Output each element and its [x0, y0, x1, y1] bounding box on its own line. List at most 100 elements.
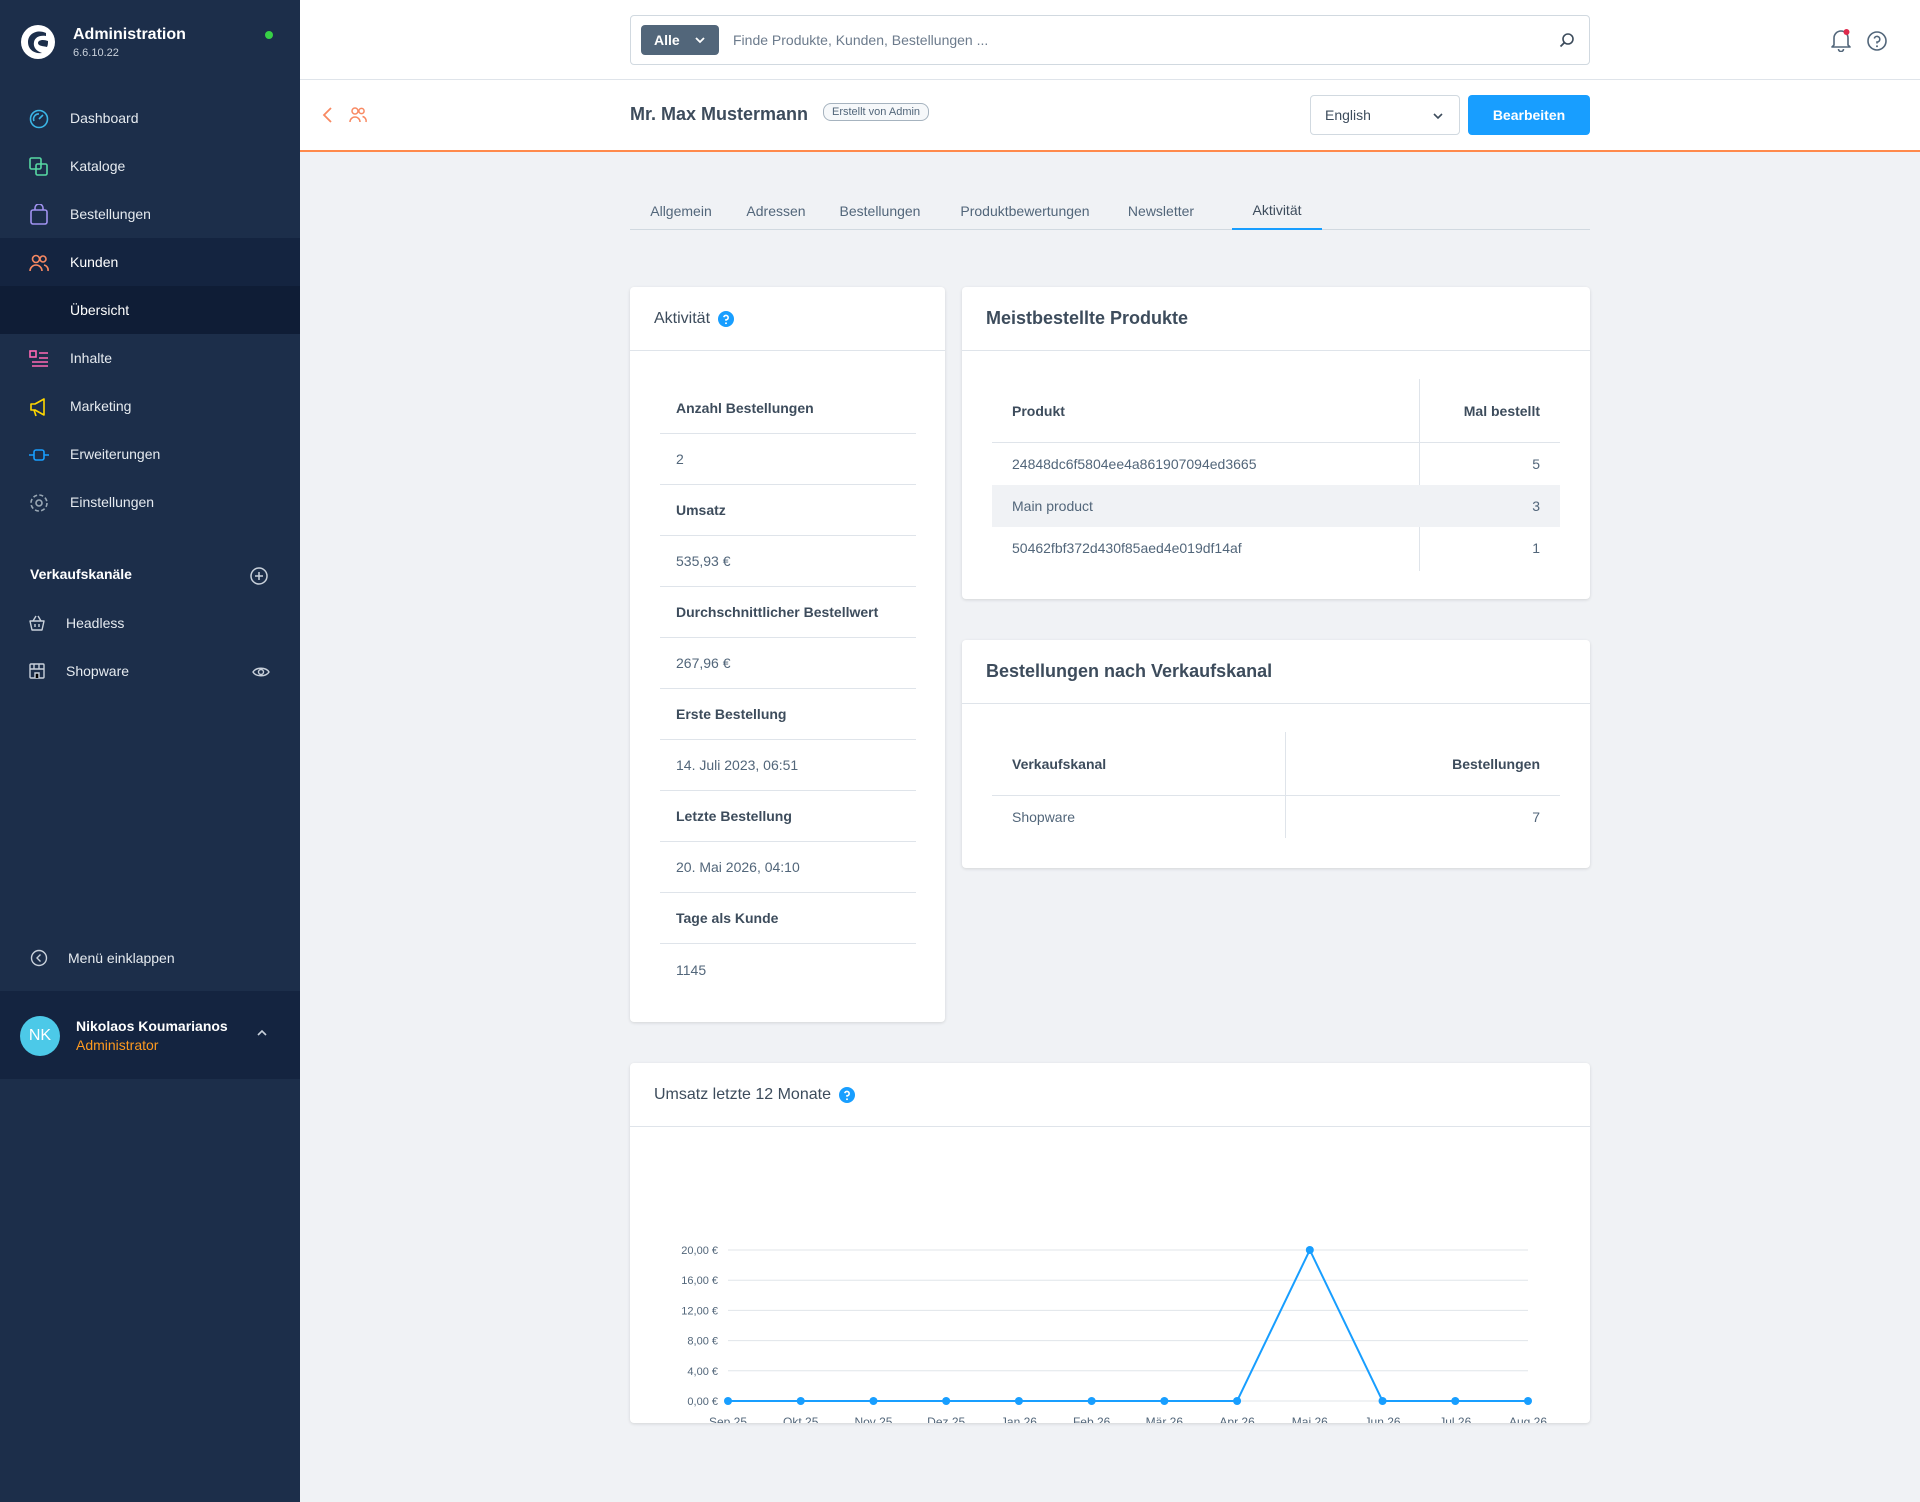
- user-menu[interactable]: NK Nikolaos Koumarianos Administrator: [0, 991, 300, 1079]
- search-icon[interactable]: [1558, 31, 1576, 49]
- sales-channels-title: Verkaufskanäle: [30, 566, 132, 582]
- table-row: 50462fbf372d430f85aed4e019df14af 1: [992, 527, 1560, 569]
- online-status-dot: [265, 31, 273, 39]
- help-icon[interactable]: [1866, 30, 1888, 52]
- stat-value: 1145: [676, 961, 707, 978]
- nav-item-dashboard[interactable]: Dashboard: [0, 94, 300, 142]
- table-row: Shopware 7: [992, 796, 1560, 838]
- sales-channel-shopware[interactable]: Shopware: [0, 651, 300, 691]
- activity-stats: Anzahl Bestellungen 2 Umsatz 535,93 € Du…: [660, 383, 916, 995]
- help-tooltip-icon[interactable]: [718, 310, 735, 327]
- stat-value: 14. Juli 2023, 06:51: [660, 740, 916, 791]
- x-tick-label: Okt 25: [783, 1415, 819, 1423]
- tab-newsletter[interactable]: Newsletter: [1110, 192, 1212, 230]
- y-tick-label: 16,00 €: [681, 1275, 718, 1287]
- brand[interactable]: Administration 6.6.10.22: [20, 20, 280, 70]
- tab-adressen[interactable]: Adressen: [732, 192, 820, 230]
- search-type-select[interactable]: Alle: [641, 25, 719, 55]
- sales-channel-headless[interactable]: Headless: [0, 603, 300, 643]
- extensions-icon: [29, 449, 49, 461]
- x-tick-label: Mär 26: [1146, 1415, 1184, 1423]
- count-cell: 1: [1532, 540, 1540, 556]
- nav-item-erweiterungen[interactable]: Erweiterungen: [0, 430, 300, 478]
- y-tick-label: 12,00 €: [681, 1305, 718, 1317]
- smart-bar: Mr. Max Mustermann Erstellt von Admin En…: [300, 80, 1920, 152]
- table-row: Main product 3: [992, 485, 1560, 527]
- stat-value: 267,96 €: [660, 638, 916, 689]
- column-header-product[interactable]: Produkt: [1012, 379, 1065, 442]
- stat-label: Durchschnittlicher Bestellwert: [660, 587, 916, 638]
- language-select[interactable]: English: [1310, 95, 1460, 135]
- language-select-value: English: [1325, 107, 1371, 123]
- y-tick-label: 8,00 €: [687, 1336, 718, 1348]
- tab-bestellungen[interactable]: Bestellungen: [820, 192, 940, 230]
- app-version: 6.6.10.22: [73, 47, 119, 59]
- data-point: [724, 1397, 732, 1405]
- search-input[interactable]: [731, 28, 1531, 52]
- activity-card-header: Aktivität: [630, 287, 945, 351]
- column-header-orders[interactable]: Bestellungen: [1452, 732, 1540, 795]
- nav-item-einstellungen[interactable]: Einstellungen: [0, 478, 300, 526]
- count-cell: 3: [1532, 498, 1540, 514]
- data-point: [1451, 1397, 1460, 1405]
- stat-label: Tage als Kunde: [660, 893, 916, 944]
- revenue-card: Umsatz letzte 12 Monate 0,00 € 4,00 € 8,00…: [630, 1063, 1590, 1423]
- eye-icon[interactable]: [252, 663, 270, 681]
- x-tick-label: Feb 26: [1073, 1415, 1111, 1423]
- nav-item-kunden[interactable]: Kunden: [0, 238, 300, 286]
- stat-value: 2: [660, 434, 916, 485]
- nav-subitem-uebersicht[interactable]: Übersicht: [0, 286, 300, 334]
- chevron-up-icon: [257, 1029, 267, 1036]
- settings-icon: [30, 494, 48, 512]
- data-point: [942, 1397, 951, 1405]
- y-tick-label: 20,00 €: [681, 1245, 718, 1257]
- y-tick-label: 4,00 €: [687, 1366, 718, 1378]
- app-title: Administration: [73, 26, 186, 43]
- catalog-icon: [29, 157, 48, 176]
- back-arrow-icon[interactable]: [320, 106, 336, 124]
- collapse-menu-button[interactable]: Menü einklappen: [0, 938, 300, 978]
- user-role: Administrator: [76, 1037, 159, 1053]
- main-nav: Dashboard Kataloge Bestellungen Kunden Ü…: [0, 94, 300, 526]
- nav-item-inhalte[interactable]: Inhalte: [0, 334, 300, 382]
- nav-item-bestellungen[interactable]: Bestellungen: [0, 190, 300, 238]
- nav-label-inhalte: Inhalte: [70, 350, 113, 366]
- nav-item-marketing[interactable]: Marketing: [0, 382, 300, 430]
- storefront-icon: [29, 663, 45, 679]
- x-tick-label: Jul 26: [1439, 1415, 1471, 1423]
- basket-icon: [29, 615, 45, 631]
- dashboard-icon: [29, 109, 49, 129]
- x-tick-label: Dez 25: [927, 1415, 965, 1423]
- column-header-channel[interactable]: Verkaufskanal: [1012, 732, 1106, 795]
- top-products-table: Produkt Mal bestellt 24848dc6f5804ee4a86…: [992, 379, 1560, 571]
- sales-channel-label: Headless: [66, 615, 125, 631]
- stat-label: Anzahl Bestellungen: [660, 383, 916, 434]
- orders-icon: [30, 204, 48, 225]
- data-point: [1014, 1397, 1023, 1405]
- tab-produktbewertungen[interactable]: Produktbewertungen: [940, 192, 1110, 230]
- product-cell: 50462fbf372d430f85aed4e019df14af: [1012, 540, 1242, 556]
- product-cell: 24848dc6f5804ee4a861907094ed3665: [1012, 456, 1257, 472]
- activity-card-title: Aktivität: [654, 309, 711, 327]
- notifications-bell-icon[interactable]: [1830, 28, 1852, 52]
- sidebar: Administration 6.6.10.22 Dashboard Katal…: [0, 0, 300, 1502]
- nav-label-kunden: Kunden: [70, 254, 119, 270]
- table-header-row: Produkt Mal bestellt: [992, 379, 1560, 443]
- stat-value: 20. Mai 2026, 04:10: [660, 842, 916, 893]
- help-tooltip-icon[interactable]: [838, 1086, 855, 1103]
- data-point: [796, 1397, 805, 1405]
- page-title: Mr. Max Mustermann: [630, 104, 809, 124]
- user-name: Nikolaos Koumarianos: [76, 1018, 228, 1034]
- data-point: [1160, 1397, 1169, 1405]
- column-header-count[interactable]: Mal bestellt: [1464, 379, 1540, 442]
- nav-label-erweiterungen: Erweiterungen: [70, 446, 161, 462]
- tab-aktivitaet[interactable]: Aktivität: [1232, 192, 1322, 230]
- search-type-label: Alle: [654, 32, 680, 48]
- add-sales-channel-icon[interactable]: [249, 566, 269, 586]
- edit-button[interactable]: Bearbeiten: [1468, 95, 1590, 135]
- customers-icon: [29, 254, 49, 272]
- nav-item-kataloge[interactable]: Kataloge: [0, 142, 300, 190]
- tab-allgemein[interactable]: Allgemein: [630, 192, 732, 230]
- channel-orders-title: Bestellungen nach Verkaufskanal: [962, 640, 1590, 704]
- x-tick-label: Apr 26: [1219, 1415, 1255, 1423]
